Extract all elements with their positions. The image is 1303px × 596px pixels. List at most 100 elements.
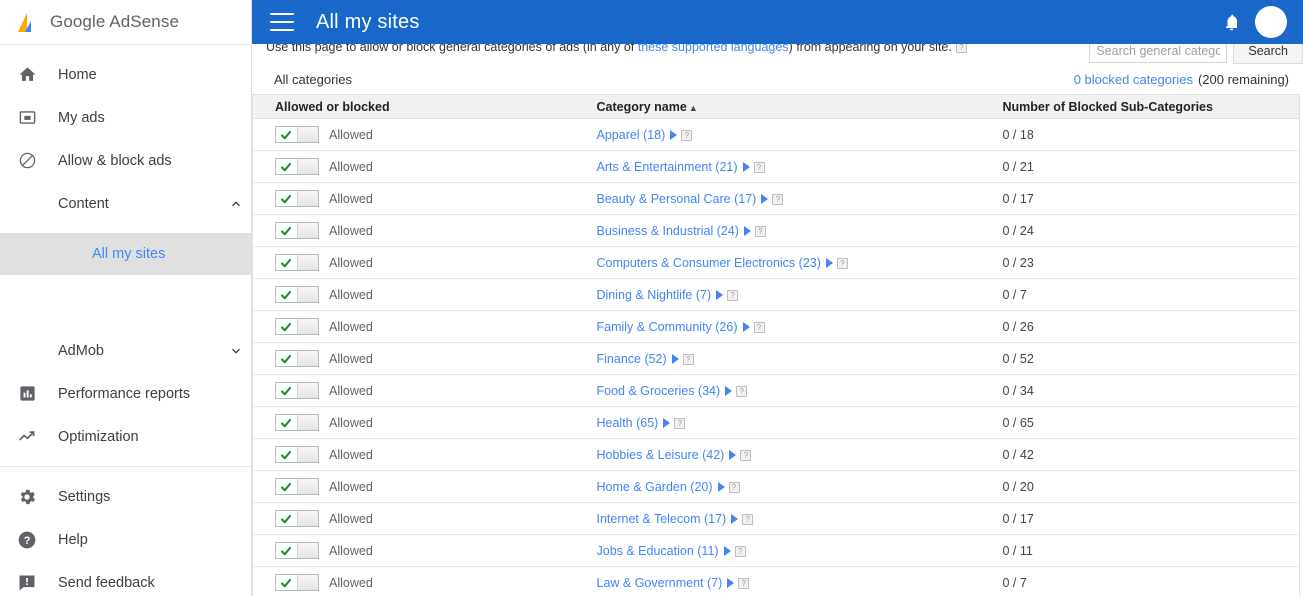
sidebar-item-admob[interactable]: AdMob	[0, 329, 251, 372]
category-link[interactable]: Dining & Nightlife (7)	[597, 288, 712, 302]
expand-triangle-icon[interactable]	[761, 193, 769, 204]
expand-triangle-icon[interactable]	[670, 129, 678, 140]
category-help-icon[interactable]: ?	[738, 577, 750, 589]
sidebar-item-allow-block-ads[interactable]: Allow & block ads	[0, 139, 251, 182]
sidebar-item-send-feedback[interactable]: Send feedback	[0, 561, 251, 596]
category-help-icon[interactable]: ?	[742, 513, 754, 525]
category-link[interactable]: Family & Community (26)	[597, 320, 738, 334]
category-help-icon[interactable]: ?	[772, 193, 784, 205]
hamburger-menu-icon[interactable]	[270, 13, 294, 31]
cell-blocked-sub-count: 0 / 26	[980, 310, 1300, 343]
category-help-icon[interactable]: ?	[727, 289, 739, 301]
expand-triangle-icon[interactable]	[729, 449, 737, 460]
category-link[interactable]: Law & Government (7)	[597, 576, 723, 590]
column-header-category-name[interactable]: Category name ▲	[574, 94, 981, 119]
blocked-categories-link[interactable]: 0 blocked categories	[1074, 72, 1193, 87]
checkmark-icon	[276, 319, 297, 334]
allow-block-toggle[interactable]	[275, 542, 319, 559]
allow-block-toggle[interactable]	[275, 510, 319, 527]
allow-block-toggle[interactable]	[275, 574, 319, 591]
allow-block-toggle[interactable]	[275, 126, 319, 143]
allow-block-toggle[interactable]	[275, 190, 319, 207]
cell-category-name: Hobbies & Leisure (42)?	[574, 438, 981, 471]
column-header-allowed-or-blocked[interactable]: Allowed or blocked	[252, 94, 575, 119]
category-link[interactable]: Arts & Entertainment (21)	[597, 160, 738, 174]
search-area: Search	[1089, 44, 1303, 64]
chevron-up-icon[interactable]	[221, 197, 251, 211]
category-link[interactable]: Beauty & Personal Care (17)	[597, 192, 757, 206]
sidebar-item-help[interactable]: ? Help	[0, 518, 251, 561]
category-link[interactable]: Jobs & Education (11)	[597, 544, 719, 558]
sidebar-item-all-my-sites[interactable]: All my sites	[0, 233, 251, 275]
sidebar-item-home[interactable]: Home	[0, 53, 251, 96]
category-help-icon[interactable]: ?	[682, 353, 694, 365]
expand-triangle-icon[interactable]	[743, 225, 751, 236]
allow-block-toggle[interactable]	[275, 222, 319, 239]
allow-block-toggle[interactable]	[275, 158, 319, 175]
category-link[interactable]: Food & Groceries (34)	[597, 384, 721, 398]
category-help-icon[interactable]: ?	[681, 129, 693, 141]
expand-triangle-icon[interactable]	[825, 257, 833, 268]
category-link[interactable]: Health (65)	[597, 416, 659, 430]
category-link[interactable]: Internet & Telecom (17)	[597, 512, 727, 526]
user-avatar[interactable]	[1255, 6, 1287, 38]
category-link[interactable]: Home & Garden (20)	[597, 480, 713, 494]
category-link[interactable]: Computers & Consumer Electronics (23)	[597, 256, 821, 270]
category-help-icon[interactable]: ?	[836, 257, 848, 269]
expand-triangle-icon[interactable]	[742, 161, 750, 172]
category-help-icon[interactable]: ?	[674, 417, 686, 429]
allow-block-toggle[interactable]	[275, 350, 319, 367]
allow-block-toggle[interactable]	[275, 478, 319, 495]
sidebar-item-my-ads[interactable]: My ads	[0, 96, 251, 139]
expand-triangle-icon[interactable]	[725, 385, 733, 396]
sidebar-item-content[interactable]: Content	[0, 182, 251, 225]
cell-category-name: Computers & Consumer Electronics (23)?	[574, 246, 981, 279]
category-link[interactable]: Business & Industrial (24)	[597, 224, 739, 238]
notifications-bell-icon[interactable]	[1222, 13, 1241, 32]
category-help-icon[interactable]: ?	[753, 161, 765, 173]
brand-header[interactable]: Google AdSense	[0, 0, 251, 45]
category-help-icon[interactable]: ?	[728, 481, 740, 493]
toggle-off-side	[296, 415, 318, 430]
table-head: Allowed or blocked Category name ▲ Number…	[252, 94, 1300, 119]
search-input[interactable]	[1089, 44, 1228, 63]
expand-triangle-icon[interactable]	[742, 321, 750, 332]
expand-triangle-icon[interactable]	[723, 545, 731, 556]
category-link[interactable]: Hobbies & Leisure (42)	[597, 448, 725, 462]
allow-block-toggle[interactable]	[275, 254, 319, 271]
expand-triangle-icon[interactable]	[663, 417, 671, 428]
supported-languages-link[interactable]: these supported languages	[638, 44, 789, 54]
category-help-icon[interactable]: ?	[753, 321, 765, 333]
expand-triangle-icon[interactable]	[716, 289, 724, 300]
cell-allowed-or-blocked: Allowed	[252, 406, 575, 439]
category-help-icon[interactable]: ?	[754, 225, 766, 237]
cell-category-name: Home & Garden (20)?	[574, 470, 981, 503]
expand-triangle-icon[interactable]	[731, 513, 739, 524]
sidebar-item-optimization[interactable]: Optimization	[0, 415, 251, 458]
column-header-blocked-sub-categories[interactable]: Number of Blocked Sub-Categories	[980, 94, 1300, 119]
category-link[interactable]: Finance (52)	[597, 352, 667, 366]
allow-block-toggle[interactable]	[275, 414, 319, 431]
chevron-down-icon[interactable]	[221, 344, 251, 358]
sidebar-item-settings[interactable]: Settings	[0, 475, 251, 518]
category-link[interactable]: Apparel (18)	[597, 128, 666, 142]
table-header-row: Allowed or blocked Category name ▲ Number…	[252, 94, 1300, 119]
allow-block-toggle[interactable]	[275, 382, 319, 399]
sidebar-item-performance-reports[interactable]: Performance reports	[0, 372, 251, 415]
cell-category-name: Dining & Nightlife (7)?	[574, 278, 981, 311]
expand-triangle-icon[interactable]	[727, 577, 735, 588]
allow-block-toggle[interactable]	[275, 286, 319, 303]
category-help-icon[interactable]: ?	[734, 545, 746, 557]
search-button[interactable]: Search	[1233, 44, 1303, 64]
allow-block-toggle[interactable]	[275, 318, 319, 335]
question-mark-icon[interactable]: ?	[955, 44, 967, 53]
category-help-icon[interactable]: ?	[740, 449, 752, 461]
toggle-state-label: Allowed	[329, 287, 373, 302]
help-circle-icon: ?	[14, 527, 40, 553]
allow-block-toggle[interactable]	[275, 446, 319, 463]
admob-icon-placeholder	[14, 338, 40, 364]
expand-triangle-icon[interactable]	[717, 481, 725, 492]
category-help-icon[interactable]: ?	[736, 385, 748, 397]
expand-triangle-icon[interactable]	[671, 353, 679, 364]
sidebar-item-home-label: Home	[58, 66, 97, 83]
